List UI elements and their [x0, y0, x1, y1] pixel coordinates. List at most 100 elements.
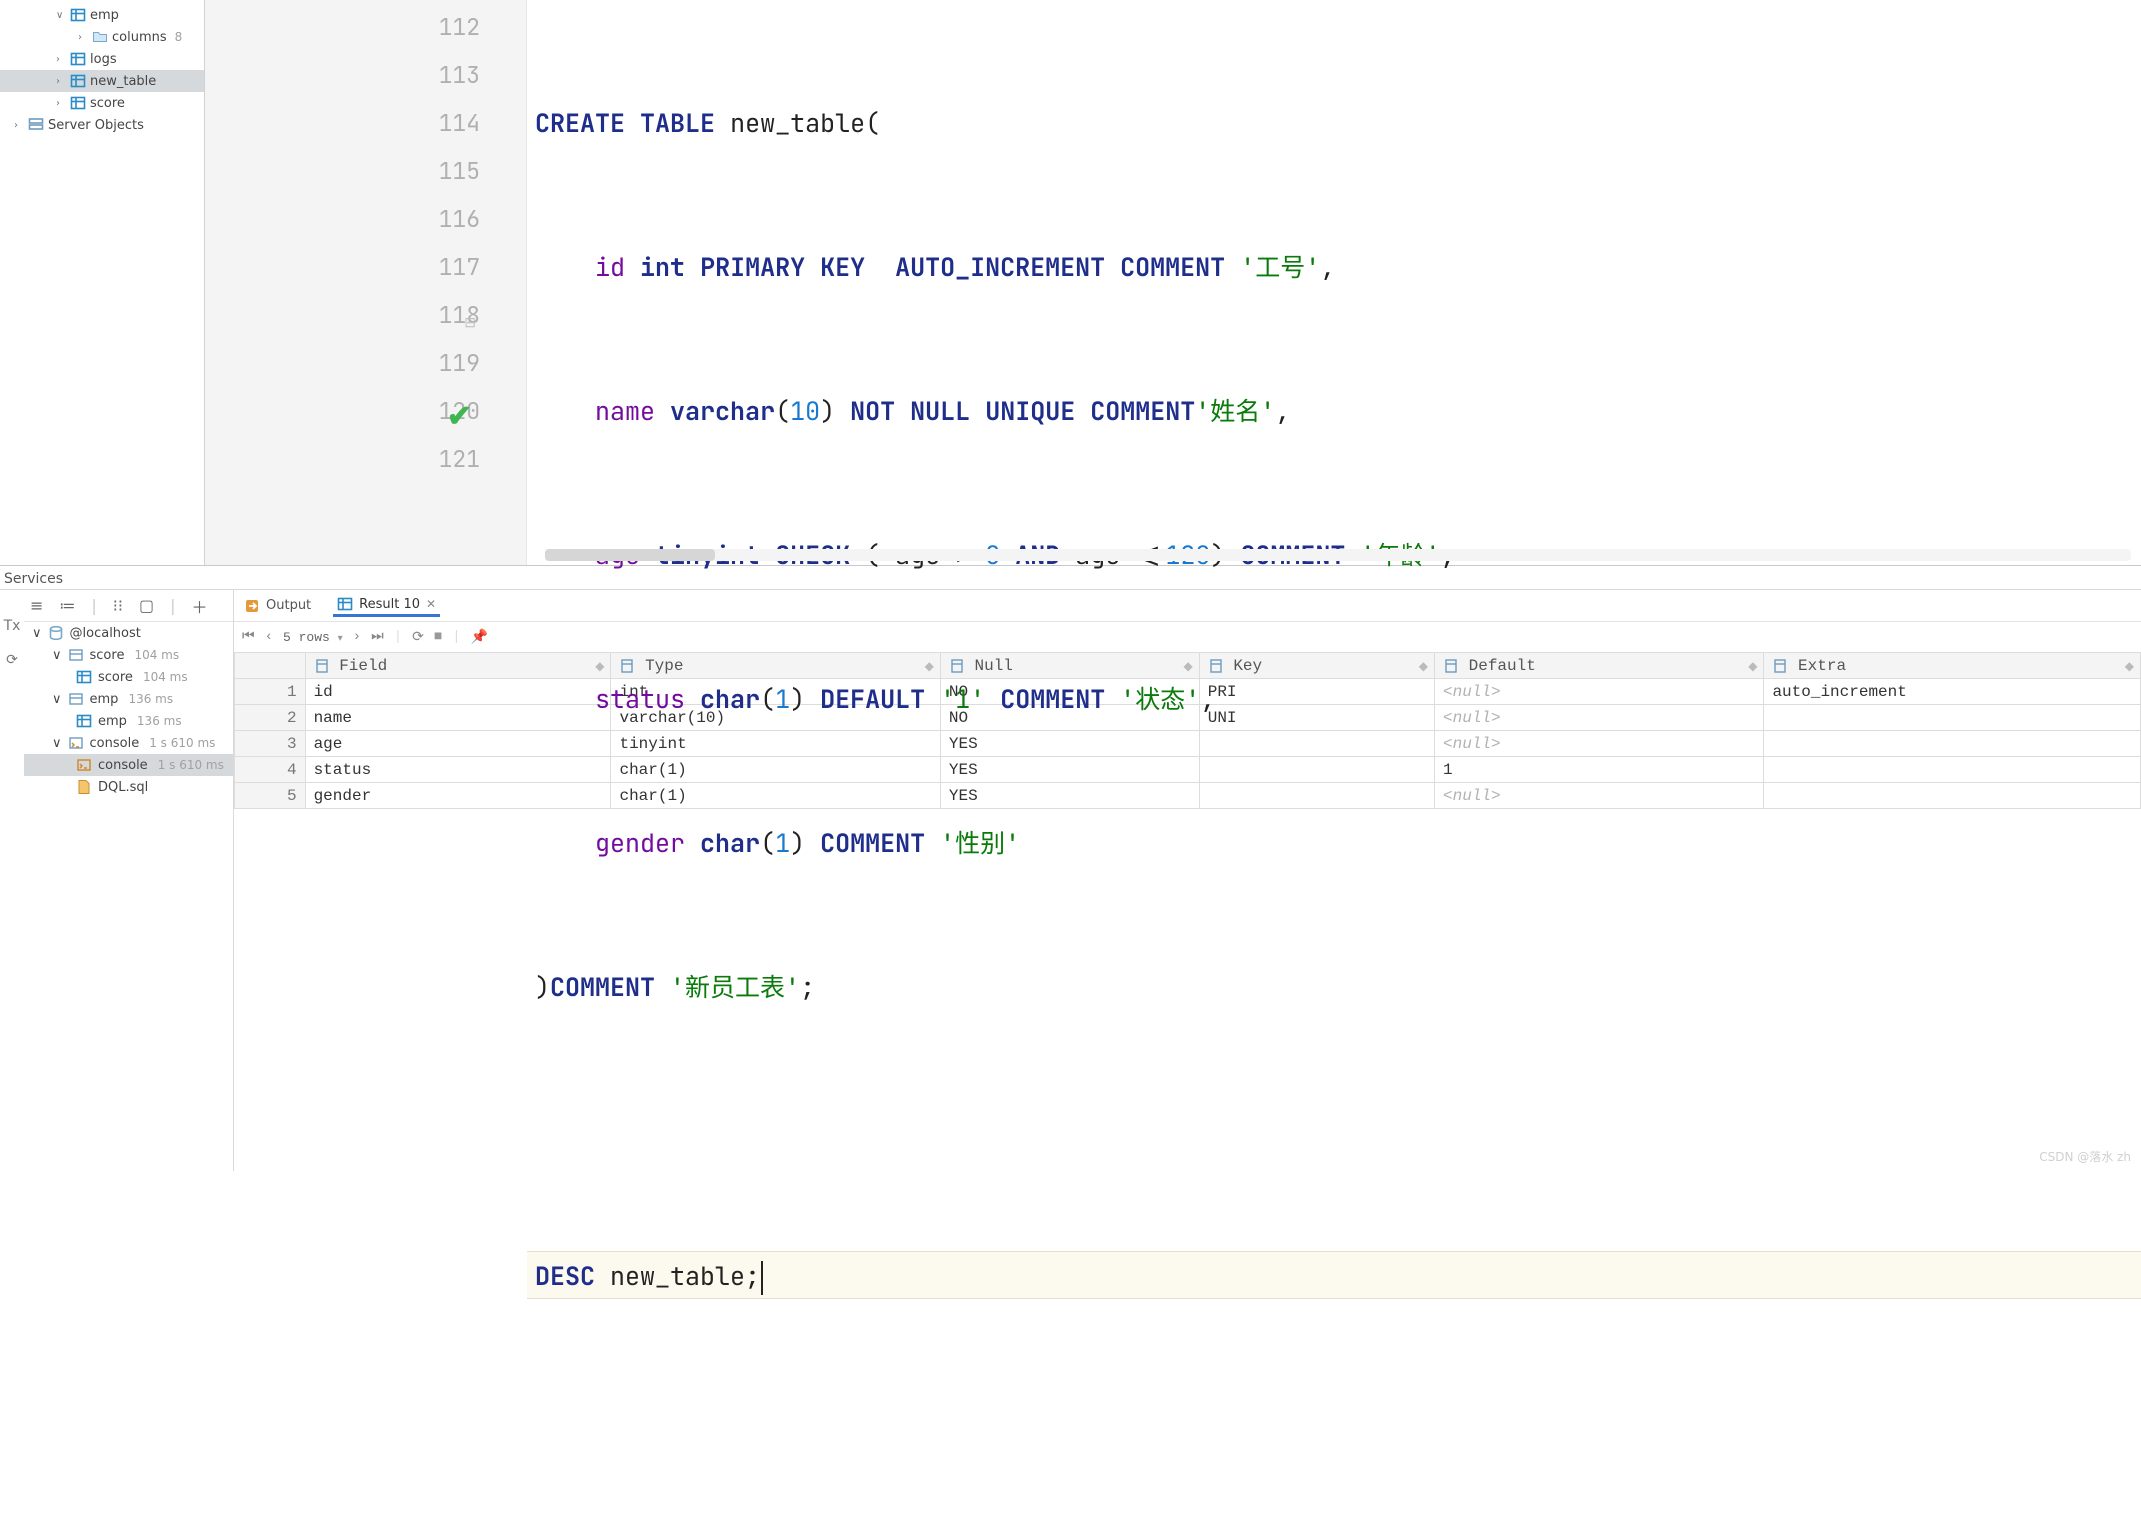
editor-gutter: 112 113 114 115 116 117 118⊟ 119 120✔ 12… — [205, 0, 527, 565]
service-host[interactable]: ∨ @localhost — [24, 622, 233, 644]
col-null[interactable]: Null◆ — [940, 653, 1199, 679]
service-group-score[interactable]: ∨ score 104 ms — [24, 644, 233, 666]
chevron-down-icon: ∨ — [52, 692, 62, 707]
fold-close-icon[interactable]: ⊟ — [462, 299, 476, 313]
tree-label: score — [90, 96, 125, 111]
services-toolbar[interactable]: ≡ ≔ | ⁝⁝ ▢ | ＋ — [24, 590, 233, 622]
text-caret — [761, 1261, 763, 1295]
row-count[interactable]: 5 rows ▾ — [283, 630, 343, 645]
line-number: 113 — [205, 51, 480, 99]
prev-page-icon[interactable]: ‹ — [265, 629, 273, 645]
table-icon — [337, 596, 353, 612]
service-label: score — [98, 670, 133, 685]
column-icon — [1772, 658, 1788, 674]
row-number: 2 — [235, 705, 306, 731]
line-number: 118⊟ — [205, 291, 480, 339]
console-icon — [76, 757, 92, 773]
service-label: emp — [90, 692, 119, 707]
service-group-emp[interactable]: ∨ emp 136 ms — [24, 688, 233, 710]
code-line: gender char(1) COMMENT '性别' — [527, 819, 2141, 867]
collapse-all-icon[interactable]: ≔ — [59, 596, 75, 615]
console-group-icon — [68, 735, 84, 751]
tree-label: emp — [90, 8, 119, 23]
service-item-score[interactable]: score 104 ms — [24, 666, 233, 688]
service-group-console[interactable]: ∨ console 1 s 610 ms — [24, 732, 233, 754]
line-number: 120✔ — [205, 387, 480, 435]
filter-icon[interactable]: Tx — [4, 618, 21, 634]
column-icon — [314, 658, 330, 674]
tree-item-server-objects[interactable]: › Server Objects — [0, 114, 204, 136]
service-label: console — [98, 758, 148, 773]
row-number-header — [235, 653, 306, 679]
tab-result[interactable]: Result 10 ✕ — [333, 594, 440, 617]
service-item-emp[interactable]: emp 136 ms — [24, 710, 233, 732]
sort-icon[interactable]: ◆ — [2125, 659, 2134, 674]
editor-horizontal-scrollbar[interactable] — [545, 549, 2131, 561]
tree-item-score[interactable]: › score — [0, 92, 204, 114]
tree-item-emp[interactable]: ∨ emp — [0, 4, 204, 26]
tab-layout-icon[interactable]: ▢ — [139, 596, 154, 615]
server-icon — [28, 117, 44, 133]
service-label: score — [90, 648, 125, 663]
editor-content[interactable]: CREATE TABLE new_table( id int PRIMARY K… — [527, 0, 2141, 565]
chevron-right-icon: › — [14, 120, 24, 131]
chevron-down-icon: ∨ — [32, 626, 42, 641]
row-number: 1 — [235, 679, 306, 705]
next-page-icon[interactable]: › — [353, 629, 361, 645]
sort-icon[interactable]: ◆ — [595, 659, 604, 674]
row-number: 5 — [235, 783, 306, 809]
line-number: 116 — [205, 195, 480, 243]
duration: 104 ms — [143, 670, 188, 684]
duration: 1 s 610 ms — [158, 758, 224, 772]
services-tree[interactable]: ≡ ≔ | ⁝⁝ ▢ | ＋ ∨ @localhost ∨ score 104 … — [24, 590, 234, 1171]
sort-icon[interactable]: ◆ — [925, 659, 934, 674]
tab-label: Result 10 — [359, 597, 420, 612]
services-side-toolbar: Tx ⟳ — [0, 590, 24, 1171]
code-line: status char(1) DEFAULT '1' COMMENT '状态', — [527, 675, 2141, 723]
tree-label: columns — [112, 30, 167, 45]
last-page-icon[interactable]: ⏭ — [371, 629, 384, 645]
service-item-console[interactable]: console 1 s 610 ms — [24, 754, 233, 776]
line-number: 119 — [205, 339, 480, 387]
statement-ok-icon: ✔ — [447, 391, 472, 439]
pin-icon[interactable]: 📌 — [471, 629, 488, 646]
sort-icon[interactable]: ◆ — [1183, 659, 1192, 674]
sort-icon[interactable]: ◆ — [1748, 659, 1757, 674]
col-default[interactable]: Default◆ — [1435, 653, 1764, 679]
tree-label: Server Objects — [48, 118, 144, 133]
tree-view-icon[interactable]: ⁝⁝ — [113, 596, 123, 615]
tab-output[interactable]: Output — [240, 596, 315, 616]
col-key[interactable]: Key◆ — [1199, 653, 1434, 679]
close-icon[interactable]: ✕ — [426, 597, 436, 611]
refresh-icon[interactable]: ⟳ — [6, 652, 18, 668]
chevron-down-icon: ∨ — [52, 648, 62, 663]
chevron-down-icon: ∨ — [52, 736, 62, 751]
stop-icon[interactable]: ■ — [434, 629, 442, 645]
tree-item-logs[interactable]: › logs — [0, 48, 204, 70]
code-line: CREATE TABLE new_table( — [527, 99, 2141, 147]
expand-all-icon[interactable]: ≡ — [30, 596, 43, 615]
reload-icon[interactable]: ⟳ — [412, 629, 424, 646]
code-line: )COMMENT '新员工表'; — [527, 963, 2141, 1011]
line-number: 121 — [205, 435, 480, 483]
col-extra[interactable]: Extra◆ — [1764, 653, 2141, 679]
tab-label: Output — [266, 598, 311, 613]
output-icon — [244, 598, 260, 614]
sort-icon[interactable]: ◆ — [1419, 659, 1428, 674]
first-page-icon[interactable]: ⏮ — [242, 629, 255, 645]
service-item-dql[interactable]: DQL.sql — [24, 776, 233, 798]
chevron-down-icon: ▾ — [338, 634, 343, 645]
col-type[interactable]: Type◆ — [611, 653, 940, 679]
row-number: 3 — [235, 731, 306, 757]
sql-editor[interactable]: 112 113 114 115 116 117 118⊟ 119 120✔ 12… — [205, 0, 2141, 565]
database-explorer-tree[interactable]: ∨ emp › columns 8 › logs › new_table › s… — [0, 0, 205, 565]
tree-item-new-table[interactable]: › new_table — [0, 70, 204, 92]
add-icon[interactable]: ＋ — [191, 594, 207, 618]
code-line — [527, 1395, 2141, 1443]
tree-item-columns[interactable]: › columns 8 — [0, 26, 204, 48]
table-icon — [76, 669, 92, 685]
col-field[interactable]: Field◆ — [305, 653, 611, 679]
tree-label: new_table — [90, 74, 156, 89]
chevron-right-icon: › — [78, 32, 88, 43]
code-line-active: DESC new_table; — [527, 1251, 2141, 1299]
